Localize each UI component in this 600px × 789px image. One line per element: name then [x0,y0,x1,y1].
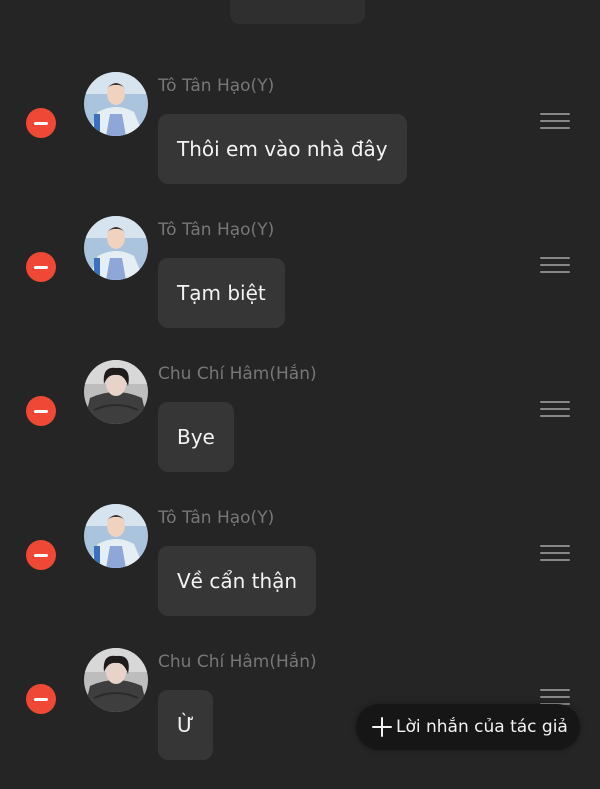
avatar-boy-dark-icon [84,648,148,712]
message-row: Chu Chí Hâm(Hắn) Bye [0,360,600,504]
delete-message-button[interactable] [26,684,56,714]
message-row: Tô Tân Hạo(Y) Về cẩn thận [0,504,600,648]
minus-icon [34,409,48,413]
avatar [84,648,148,712]
drag-handle-icon[interactable] [540,113,570,131]
avatar [84,504,148,568]
avatar [84,216,148,280]
sender-name: Tô Tân Hạo(Y) [158,220,275,240]
message-bubble[interactable]: Về cẩn thận [158,546,317,616]
avatar-boy-light-icon [84,504,148,568]
message-bubble[interactable]: Tạm biệt [158,258,285,328]
author-note-label: Lời nhắn của tác giả [396,717,568,737]
minus-icon [34,265,48,269]
message-bubble[interactable]: Ừ [158,690,214,760]
delete-message-button[interactable] [26,396,56,426]
drag-handle-icon[interactable] [540,401,570,419]
delete-message-button[interactable] [26,108,56,138]
drag-handle-icon[interactable] [540,545,570,563]
avatar [84,72,148,136]
message-bubble[interactable]: Bye [158,402,234,472]
avatar-boy-light-icon [84,216,148,280]
message-row: Tô Tân Hạo(Y) Thôi em vào nhà đây [0,72,600,216]
previous-message-bubble [230,0,365,24]
delete-message-button[interactable] [26,540,56,570]
minus-icon [34,121,48,125]
drag-handle-icon[interactable] [540,257,570,275]
sender-name: Tô Tân Hạo(Y) [158,76,275,96]
sender-name: Chu Chí Hâm(Hắn) [158,652,317,672]
plus-icon [372,717,392,737]
message-row: Tô Tân Hạo(Y) Tạm biệt [0,216,600,360]
author-note-button[interactable]: Lời nhắn của tác giả [356,704,580,750]
sender-name: Tô Tân Hạo(Y) [158,508,275,528]
delete-message-button[interactable] [26,252,56,282]
minus-icon [34,553,48,557]
avatar-boy-light-icon [84,72,148,136]
message-bubble[interactable]: Thôi em vào nhà đây [158,114,407,184]
avatar [84,360,148,424]
minus-icon [34,697,48,701]
avatar-boy-dark-icon [84,360,148,424]
sender-name: Chu Chí Hâm(Hắn) [158,364,317,384]
